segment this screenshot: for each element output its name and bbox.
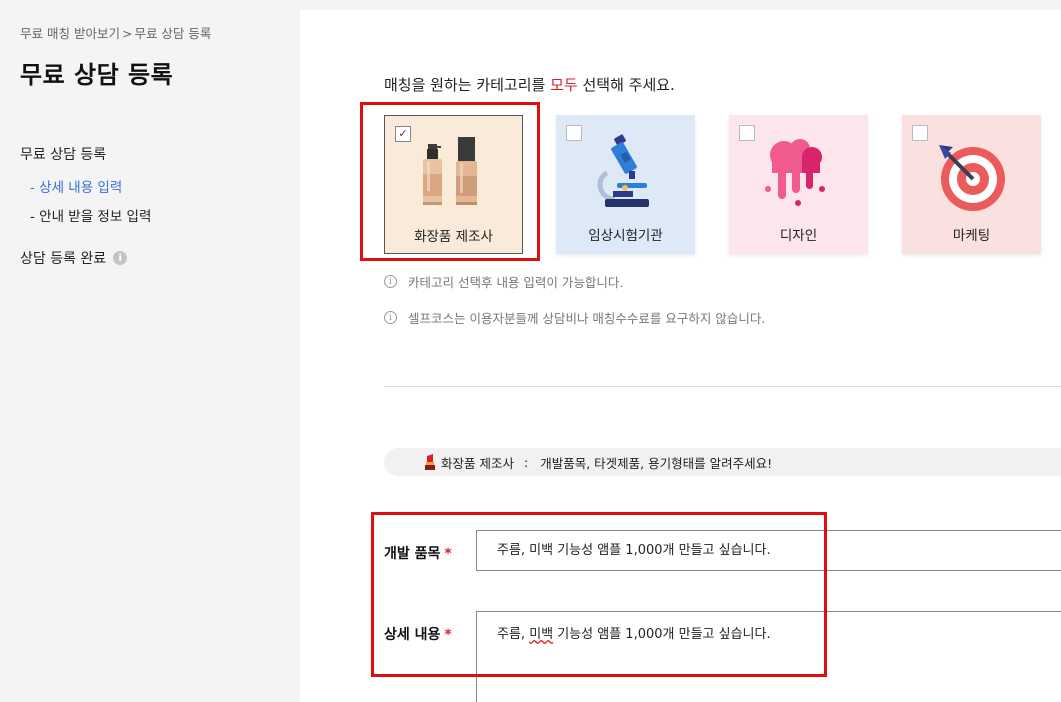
product-input[interactable]: 주름, 미백 기능성 앰플 1,000개 만들고 싶습니다.	[476, 530, 1061, 571]
details-textarea[interactable]: 주름, 미백 기능성 앰플 1,000개 만들고 싶습니다.	[476, 611, 1061, 702]
sidebar-item-complete[interactable]: 상담 등록 완료 i	[20, 248, 128, 268]
sidebar: 무료 매칭 받아보기 > 무료 상담 등록 무료 상담 등록 무료 상담 등록 - …	[0, 0, 300, 702]
product-label-text: 개발 품목	[384, 546, 441, 562]
note-no-fee: i 셀프코스는 이용자분들께 상담비나 매칭수수료를 요구하지 않습니다.	[384, 308, 765, 327]
instruction-highlight: 모두	[550, 76, 578, 94]
sidebar-item-registration[interactable]: 무료 상담 등록	[20, 144, 106, 164]
category-card-design[interactable]: ✓ 디자인	[729, 115, 868, 254]
note-text: 셀프코스는 이용자분들께 상담비나 매칭수수료를 요구하지 않습니다.	[408, 311, 766, 326]
category-label-design: 디자인	[779, 228, 818, 244]
note-text: 카테고리 선택후 내용 입력이 가능합니다.	[408, 275, 624, 290]
section-divider	[384, 386, 1061, 387]
category-guide-bar: 화장품 제조사 : 개발품목, 타겟제품, 용기형태를 알려주세요!	[384, 448, 1061, 476]
note-input-after-select: i 카테고리 선택후 내용 입력이 가능합니다.	[384, 272, 623, 291]
info-circle-icon: i	[384, 311, 397, 324]
product-field-label: 개발 품목 *	[384, 543, 452, 563]
target-dart-icon	[939, 145, 1005, 211]
lipstick-icon	[425, 454, 435, 470]
misspelled-word: 미백	[529, 627, 554, 642]
details-label-text: 상세 내용	[384, 627, 441, 643]
main-panel: 매칭을 원하는 카테고리를 모두 선택해 주세요. ✓ 화장품 제조사 ✓ 임상…	[300, 10, 1061, 702]
required-mark: *	[444, 627, 452, 643]
category-checkbox-cosmetics[interactable]: ✓	[395, 126, 411, 142]
microscope-icon	[597, 134, 649, 207]
guide-text: 개발품목, 타겟제품, 용기형태를 알려주세요!	[540, 455, 773, 471]
category-checkbox-clinical[interactable]: ✓	[566, 125, 582, 141]
category-checkbox-design[interactable]: ✓	[739, 125, 755, 141]
page-title: 무료 상담 등록	[20, 61, 174, 89]
breadcrumb: 무료 매칭 받아보기 > 무료 상담 등록	[20, 23, 211, 42]
category-label-clinical: 임상시험기관	[588, 228, 663, 244]
category-card-cosmetics[interactable]: ✓ 화장품 제조사	[384, 115, 523, 254]
instruction-text-before: 매칭을 원하는 카테고리를	[384, 76, 551, 94]
category-card-marketing[interactable]: ✓ 마케팅	[902, 115, 1041, 254]
category-instruction: 매칭을 원하는 카테고리를 모두 선택해 주세요.	[384, 74, 675, 95]
details-text-part1: 주름,	[497, 627, 530, 642]
instruction-text-after: 선택해 주세요.	[577, 76, 675, 94]
category-checkbox-marketing[interactable]: ✓	[912, 125, 928, 141]
sidebar-subitem-detail-input[interactable]: - 상세 내용 입력	[30, 176, 122, 196]
guide-category: 화장품 제조사	[441, 455, 514, 471]
info-circle-icon: i	[384, 275, 397, 288]
sidebar-subitem-contact-info[interactable]: - 안내 받을 정보 입력	[30, 205, 151, 225]
category-label-cosmetics: 화장품 제조사	[414, 229, 493, 245]
required-mark: *	[444, 546, 452, 562]
details-field-label: 상세 내용 *	[384, 624, 452, 644]
breadcrumb-separator: >	[121, 26, 133, 41]
details-text-part2: 기능성 앰플 1,000개 만들고 싶습니다.	[553, 627, 771, 642]
sidebar-item-complete-label: 상담 등록 완료	[20, 251, 107, 267]
breadcrumb-item-registration[interactable]: 무료 상담 등록	[134, 26, 211, 41]
category-card-clinical[interactable]: ✓ 임상시험기관	[556, 115, 695, 254]
category-label-marketing: 마케팅	[952, 228, 991, 244]
info-icon[interactable]: i	[113, 251, 128, 265]
guide-separator: :	[523, 454, 529, 470]
breadcrumb-item-matching[interactable]: 무료 매칭 받아보기	[20, 26, 120, 41]
cosmetics-bottles-icon	[423, 137, 477, 205]
paint-splash-icon	[765, 139, 825, 206]
